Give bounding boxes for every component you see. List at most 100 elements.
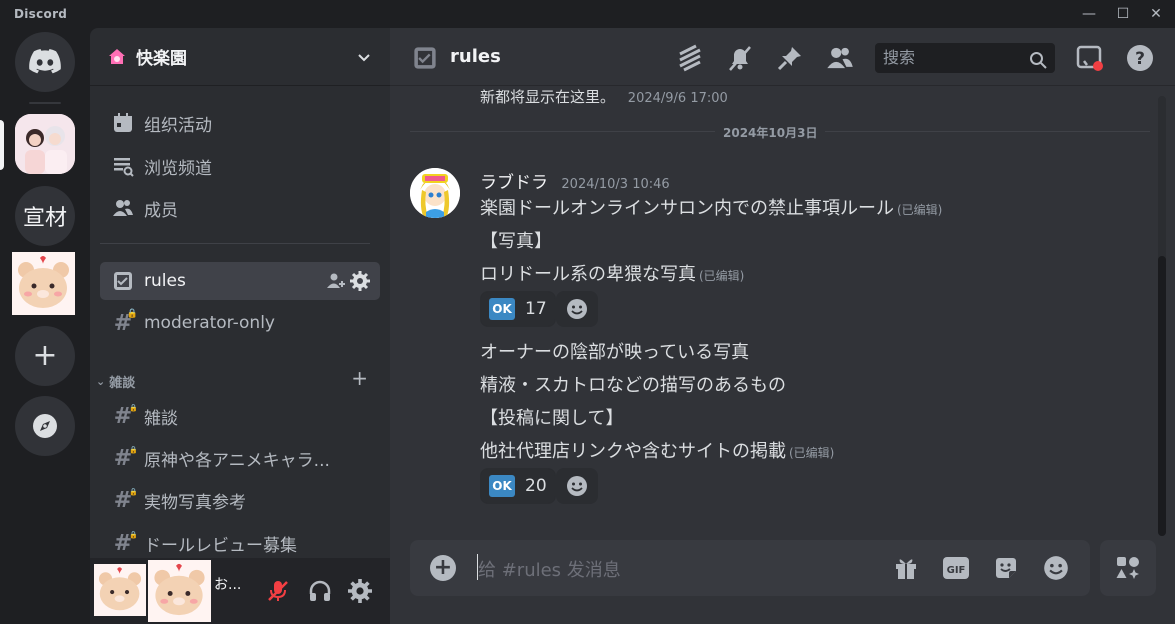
edited-tag: (已编辑) bbox=[789, 446, 835, 460]
server-photo-avatar[interactable] bbox=[15, 114, 75, 174]
close-button[interactable]: ✕ bbox=[1141, 4, 1171, 24]
message-line-text: 楽園ドールオンラインサロン内での禁止事項ルール bbox=[480, 198, 894, 219]
channel-zatsudan-label: 雑談 bbox=[144, 408, 178, 429]
compass-icon bbox=[33, 414, 57, 438]
hash-icon: # 🔒 bbox=[113, 487, 138, 513]
message-line-text: 精液・スカトロなどの描写のあるもの bbox=[480, 375, 786, 396]
apps-button[interactable] bbox=[1100, 540, 1156, 596]
discord-home-button[interactable] bbox=[15, 32, 75, 92]
search-placeholder: 搜索 bbox=[883, 48, 916, 67]
channel-review[interactable]: # 🔒 ドールレビュー募集 bbox=[100, 524, 380, 562]
channel-photos[interactable]: # 🔒 実物写真参考 bbox=[100, 481, 380, 519]
message-line-text: 【写真】 bbox=[480, 231, 552, 252]
server-photo-image bbox=[15, 114, 75, 174]
message-line: 【投稿に関して】 bbox=[480, 404, 623, 430]
channel-settings-icon[interactable] bbox=[350, 271, 370, 296]
threads-icon bbox=[679, 44, 701, 72]
reaction-count: 17 bbox=[525, 299, 547, 319]
nav-members-label: 成员 bbox=[144, 200, 178, 221]
member-list-button[interactable] bbox=[826, 44, 854, 72]
user-avatar[interactable] bbox=[148, 560, 211, 622]
svg-text:GIF: GIF bbox=[947, 565, 966, 576]
message-line-text: ロリドール系の卑猥な写真 bbox=[480, 264, 696, 285]
threads-button[interactable] bbox=[676, 44, 704, 72]
search-input[interactable]: 搜索 bbox=[875, 43, 1055, 73]
help-button[interactable]: ? bbox=[1126, 44, 1154, 72]
scrollbar-thumb[interactable] bbox=[1158, 256, 1166, 536]
locked-hash-icon: # 🔒 bbox=[113, 308, 138, 336]
minimize-button[interactable]: — bbox=[1074, 4, 1104, 24]
app-title: Discord bbox=[14, 7, 68, 21]
mute-mic-button[interactable] bbox=[266, 579, 290, 607]
chevron-down-icon bbox=[358, 53, 370, 61]
gif-icon: GIF bbox=[943, 557, 969, 579]
user-avatar-small[interactable] bbox=[94, 564, 146, 616]
category-zatsudan[interactable]: ⌄ 雑談 + bbox=[96, 366, 376, 391]
add-server-button[interactable]: + bbox=[15, 326, 75, 386]
message-line: 精液・スカトロなどの描写のあるもの bbox=[480, 371, 786, 397]
gift-button[interactable] bbox=[892, 554, 920, 582]
message-list: 新都将显示在这里。 2024/9/6 17:00 2024年10月3日 ラブドラ… bbox=[390, 86, 1160, 536]
rules-icon bbox=[412, 45, 438, 75]
message-scrollbar[interactable] bbox=[1158, 96, 1166, 536]
message-line-text: オーナーの陰部が映っている写真 bbox=[480, 342, 750, 363]
guild-name: 快楽園 bbox=[136, 49, 187, 69]
sticker-button[interactable] bbox=[992, 554, 1020, 582]
server-rail: 宣材 + bbox=[0, 28, 90, 624]
sticker-icon bbox=[996, 558, 1016, 578]
inbox-button[interactable] bbox=[1076, 44, 1104, 72]
notification-settings-button[interactable] bbox=[726, 44, 754, 72]
date-divider-label: 2024年10月3日 bbox=[715, 124, 826, 141]
reaction-ok[interactable]: OK 17 bbox=[480, 291, 556, 327]
guild-header[interactable]: 快楽園 bbox=[90, 28, 390, 86]
invite-member-icon[interactable] bbox=[326, 271, 346, 296]
server-bear-avatar[interactable] bbox=[12, 252, 75, 315]
add-reaction-button[interactable] bbox=[556, 468, 598, 504]
add-reaction-button[interactable] bbox=[556, 291, 598, 327]
nav-browse-channels[interactable]: 浏览频道 bbox=[100, 147, 380, 185]
channel-zatsudan[interactable]: # 🔒 雑談 bbox=[100, 397, 380, 435]
channel-rules-label: rules bbox=[144, 271, 186, 291]
channel-rules[interactable]: rules bbox=[100, 262, 380, 300]
explore-button[interactable] bbox=[15, 396, 75, 456]
create-channel-button[interactable]: + bbox=[351, 366, 368, 390]
message-line: オーナーの陰部が映っている写真 bbox=[480, 338, 749, 364]
message-line-text: 他社代理店リンクや含むサイトの掲載 bbox=[480, 441, 786, 462]
guild-home-icon bbox=[109, 48, 125, 64]
headphones-icon bbox=[309, 580, 331, 601]
nav-members[interactable]: 成员 bbox=[100, 189, 380, 227]
nav-browse-label: 浏览频道 bbox=[144, 158, 212, 179]
author-name[interactable]: ラブドラ bbox=[480, 173, 548, 193]
gif-button[interactable]: GIF bbox=[942, 554, 970, 582]
message-composer[interactable]: + 给 #rules 发消息 GIF bbox=[410, 540, 1090, 596]
channel-genshin[interactable]: # 🔒 原神や各アニメキャラ... bbox=[100, 439, 380, 477]
nav-events[interactable]: 组织活动 bbox=[100, 104, 380, 142]
main-panel: rules 搜索 ? 新都将显示在这里。 2024/9/6 17:00 2024… bbox=[390, 28, 1175, 624]
ok-emoji-icon: OK bbox=[489, 298, 515, 320]
attach-plus-icon[interactable]: + bbox=[430, 555, 456, 581]
message-time: 2024/10/3 10:46 bbox=[561, 177, 670, 192]
pin-icon bbox=[777, 47, 801, 71]
server-xuancai-label: 宣材 bbox=[22, 206, 67, 231]
emoji-button[interactable] bbox=[1042, 554, 1070, 582]
channel-topbar: rules 搜索 ? bbox=[390, 28, 1175, 86]
bear-image bbox=[148, 560, 211, 622]
channel-moderator-only[interactable]: # 🔒 moderator-only bbox=[100, 304, 380, 342]
channel-review-label: ドールレビュー募集 bbox=[144, 535, 297, 556]
window-titlebar: Discord — ☐ ✕ bbox=[0, 0, 1175, 28]
reaction-ok[interactable]: OK 20 bbox=[480, 468, 556, 504]
pinned-messages-button[interactable] bbox=[776, 44, 804, 72]
author-avatar[interactable] bbox=[410, 168, 460, 218]
message-line: 【写真】 bbox=[480, 227, 552, 253]
deafen-button[interactable] bbox=[308, 579, 332, 607]
maximize-button[interactable]: ☐ bbox=[1108, 4, 1138, 24]
members-icon bbox=[827, 47, 853, 69]
message-header: ラブドラ 2024/10/3 10:46 bbox=[480, 168, 670, 193]
channel-sidebar: 快楽園 组织活动 浏览频道 成员 rules # 🔒 moderator-only… bbox=[90, 28, 390, 624]
chevron-down-icon: ⌄ bbox=[96, 375, 106, 388]
message-line-text: 【投稿に関して】 bbox=[480, 408, 624, 429]
channel-moderator-label: moderator-only bbox=[144, 313, 275, 333]
user-settings-button[interactable] bbox=[348, 579, 372, 607]
server-xuancai[interactable]: 宣材 bbox=[15, 186, 75, 246]
mic-muted-icon bbox=[268, 581, 288, 601]
